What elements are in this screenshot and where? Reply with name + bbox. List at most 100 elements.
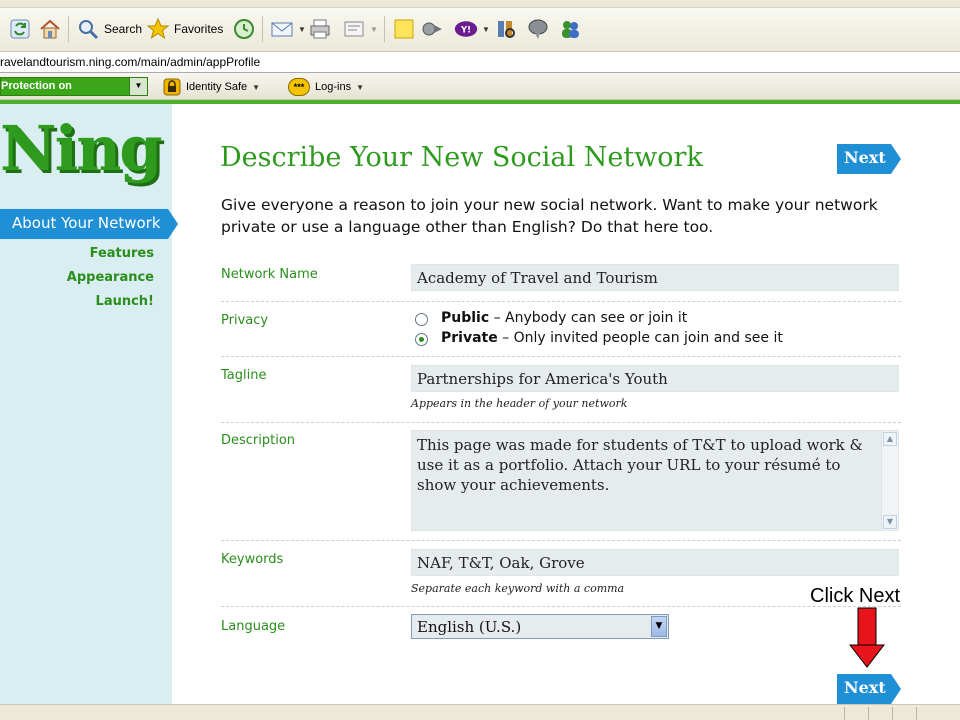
notes-button[interactable]: [392, 14, 416, 44]
row-divider: [221, 606, 901, 607]
tagline-input[interactable]: Partnerships for America's Youth: [411, 365, 899, 392]
main-content: Describe Your New Social Network Next Gi…: [172, 104, 960, 704]
messenger-button[interactable]: [420, 14, 444, 44]
home-icon: [40, 19, 60, 39]
refresh-button[interactable]: [8, 14, 32, 44]
status-cell: [868, 707, 869, 720]
chevron-down-icon[interactable]: ▼: [651, 616, 667, 637]
protection-label: Protection on: [1, 80, 72, 92]
privacy-public-desc: – Anybody can see or join it: [489, 310, 688, 326]
edit-button[interactable]: ▼: [342, 14, 378, 44]
row-divider: [221, 301, 901, 302]
identity-safe-label: Identity Safe: [186, 81, 248, 93]
click-next-annotation: Click Next: [810, 585, 901, 607]
svg-text:Y!: Y!: [460, 25, 471, 35]
privacy-private-radio[interactable]: [415, 333, 428, 346]
logins-menu[interactable]: *** Log-ins ▼: [288, 78, 364, 96]
research-icon: [498, 21, 515, 38]
keywords-input[interactable]: NAF, T&T, Oak, Grove: [411, 549, 899, 576]
setup-sidebar: Ning About Your Network Features Appeara…: [0, 104, 178, 704]
protection-status[interactable]: Protection on ▼: [0, 77, 148, 96]
status-cell: [916, 707, 917, 720]
print-button[interactable]: [308, 14, 332, 44]
discuss-button[interactable]: [526, 14, 550, 44]
next-button-bottom[interactable]: Next: [837, 674, 901, 704]
logins-badge-icon: ***: [288, 78, 310, 96]
chevron-down-icon: ▼: [252, 82, 261, 92]
identity-safe-menu[interactable]: Identity Safe ▼: [163, 78, 260, 96]
lock-icon: [163, 78, 181, 96]
toolbar-separator: [68, 16, 69, 42]
network-name-label: Network Name: [221, 267, 318, 282]
chevron-down-icon: ▼: [356, 82, 364, 92]
favorites-label: Favorites: [174, 22, 224, 36]
privacy-public-title: Public: [441, 310, 490, 326]
privacy-public-option[interactable]: Public – Anybody can see or join it: [441, 310, 687, 326]
step-features[interactable]: Features: [90, 246, 154, 261]
printer-icon: [310, 19, 330, 39]
address-bar[interactable]: ravelandtourism.ning.com/main/admin/appP…: [0, 52, 960, 73]
search-label: Search: [104, 22, 143, 36]
language-value: English (U.S.): [417, 618, 522, 636]
keywords-hint: Separate each keyword with a comma: [411, 582, 625, 595]
description-text: This page was made for students of T&T t…: [417, 436, 863, 494]
status-bar: [0, 704, 960, 720]
row-divider: [221, 540, 901, 541]
logins-label: Log-ins: [315, 81, 352, 93]
language-select[interactable]: English (U.S.) ▼: [411, 614, 669, 639]
tagline-label: Tagline: [221, 368, 267, 383]
browser-toolbar: Search Favorites ▼ ▼ Y! ▼: [0, 0, 960, 52]
search-icon: [79, 20, 99, 40]
mail-icon: [271, 22, 293, 37]
contacts-icon: [562, 21, 579, 38]
intro-text: Give everyone a reason to join your new …: [221, 196, 878, 236]
chevron-down-icon: ▼: [298, 24, 306, 34]
scroll-down-icon[interactable]: ▼: [883, 515, 897, 529]
privacy-private-option[interactable]: Private – Only invited people can join a…: [441, 330, 783, 346]
row-divider: [221, 356, 901, 357]
description-scrollbar[interactable]: ▲ ▼: [881, 431, 898, 530]
history-icon: [234, 19, 254, 39]
description-textarea[interactable]: This page was made for students of T&T t…: [411, 430, 899, 531]
status-cell: [844, 707, 845, 720]
ning-logo[interactable]: Ning: [0, 112, 163, 185]
chevron-down-icon: ▼: [482, 24, 490, 34]
scroll-up-icon[interactable]: ▲: [883, 432, 897, 446]
next-button-top[interactable]: Next: [837, 144, 901, 174]
chevron-down-icon[interactable]: ▼: [129, 78, 147, 95]
research-button[interactable]: [494, 14, 518, 44]
home-button[interactable]: [38, 14, 62, 44]
privacy-public-radio[interactable]: [415, 313, 428, 326]
menu-bar-edge: [0, 0, 960, 8]
step-launch[interactable]: Launch!: [96, 294, 154, 309]
yahoo-button[interactable]: Y! ▼: [454, 14, 490, 44]
edit-icon: [344, 21, 364, 37]
chevron-down-icon: ▼: [370, 24, 378, 34]
favorites-button[interactable]: Favorites: [146, 14, 223, 44]
tagline-hint: Appears in the header of your network: [411, 397, 628, 410]
contacts-button[interactable]: [558, 14, 582, 44]
privacy-label: Privacy: [221, 313, 269, 328]
step-about-your-network[interactable]: About Your Network: [0, 209, 178, 239]
mail-button[interactable]: ▼: [270, 14, 306, 44]
yahoo-icon: Y!: [454, 21, 478, 37]
privacy-private-title: Private: [441, 330, 498, 346]
history-button[interactable]: [232, 14, 256, 44]
language-label: Language: [221, 619, 286, 634]
links-bar: Protection on ▼ Identity Safe ▼ *** Log-…: [0, 73, 960, 100]
messenger-icon: [422, 22, 442, 36]
privacy-private-desc: – Only invited people can join and see i…: [497, 330, 783, 346]
keywords-label: Keywords: [221, 552, 284, 567]
search-button[interactable]: Search: [76, 14, 142, 44]
description-label: Description: [221, 433, 296, 448]
page-title: Describe Your New Social Network: [220, 142, 703, 173]
discuss-icon: [528, 19, 548, 39]
address-url[interactable]: ravelandtourism.ning.com/main/admin/appP…: [0, 55, 260, 69]
refresh-icon: [10, 19, 30, 39]
toolbar-separator: [262, 16, 263, 42]
toolbar-separator: [384, 16, 385, 42]
sticky-note-icon: [394, 19, 414, 39]
network-name-input[interactable]: Academy of Travel and Tourism: [411, 264, 899, 291]
row-divider: [221, 422, 901, 423]
step-appearance[interactable]: Appearance: [67, 270, 154, 285]
